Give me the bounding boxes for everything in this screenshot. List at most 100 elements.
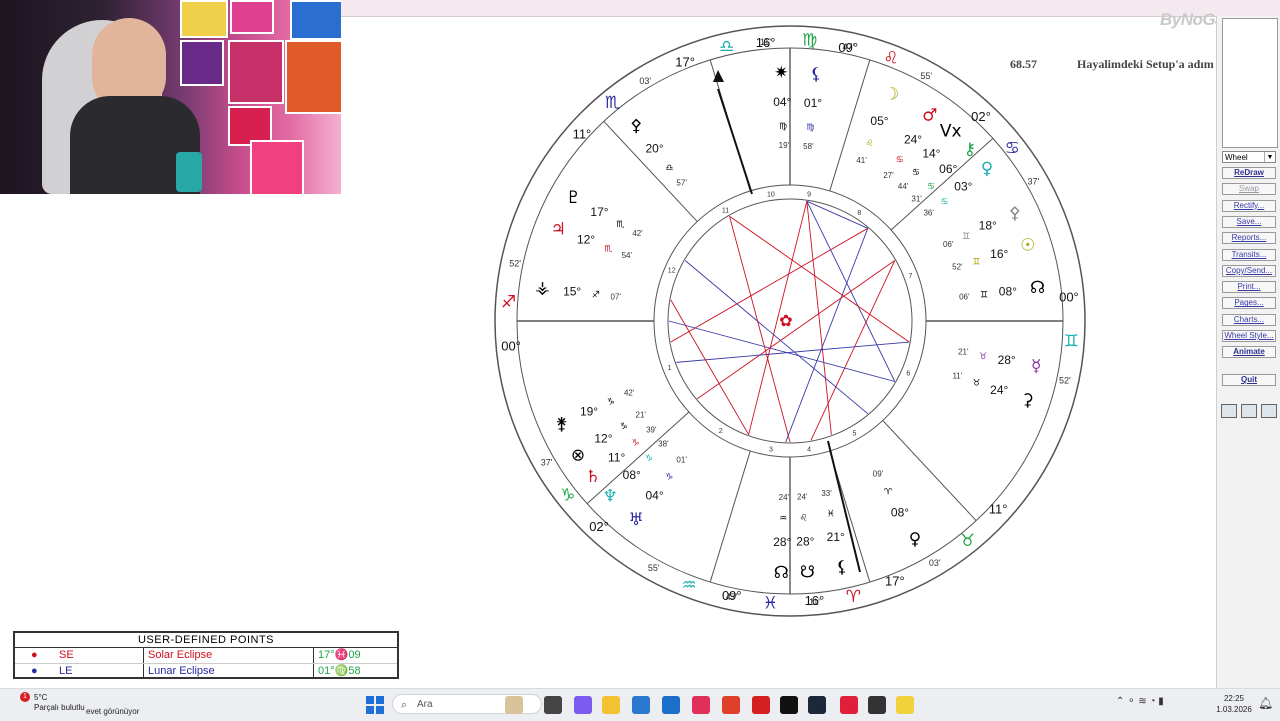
planet-minute: 06' (943, 240, 954, 249)
printer-icon[interactable] (1241, 404, 1257, 418)
planet-minute: 21' (636, 410, 647, 419)
planet-sign: ♉ (972, 379, 980, 389)
side-button-transits[interactable]: Transits... (1222, 248, 1276, 261)
tiktok2-icon[interactable] (780, 696, 798, 714)
folder-icon[interactable] (602, 696, 620, 714)
house-cusp-line (829, 59, 871, 192)
tray-icons[interactable]: ⌃ ⚬ ≋ ◔ ▮ (1116, 696, 1164, 707)
side-button-copy-send[interactable]: Copy/Send... (1222, 264, 1276, 277)
house-number: 4 (807, 447, 811, 454)
file-explorer-task-icon[interactable] (544, 696, 562, 714)
windows-start-icon[interactable] (366, 696, 384, 714)
planet-minute: 09' (873, 469, 884, 478)
aspect-line (785, 228, 869, 443)
chart-type-select[interactable]: Wheel ▼ (1222, 151, 1276, 163)
side-button-wheel-style[interactable]: Wheel Style... (1222, 330, 1276, 342)
planet-degree: 20° (645, 142, 663, 156)
sign-glyph: ♎ (719, 37, 734, 57)
planet-glyph: ⚴ (1008, 203, 1020, 223)
weather-widget[interactable]: 5°C Parçalı bulutlu (34, 693, 85, 713)
taskbar-clock[interactable]: 22:25 1.03.2026 (1214, 693, 1254, 715)
planet-glyph: ♆ (603, 487, 618, 507)
side-button-charts[interactable]: Charts... (1222, 313, 1276, 326)
planet-minute: 54' (622, 251, 633, 260)
house-number: 1 (668, 365, 672, 372)
clock-date: 1.03.2026 (1216, 705, 1252, 714)
planet-minute: 58' (803, 142, 814, 151)
udp-row: ● LE Lunar Eclipse 01°♍58 (15, 664, 397, 679)
opera-icon[interactable] (840, 696, 858, 714)
side-button-animate[interactable]: Animate (1222, 346, 1276, 359)
side-button-redraw[interactable]: ReDraw (1222, 167, 1276, 179)
search-placeholder: Ara (417, 699, 433, 710)
chevron-down-icon: ▼ (1264, 152, 1275, 162)
side-button-reports[interactable]: Reports... (1222, 232, 1276, 245)
planet-minute: 44' (898, 182, 909, 191)
planet-glyph: ☋ (800, 562, 815, 582)
side-button-swap[interactable]: Swap (1222, 183, 1276, 196)
udp-row: ● SE Solar Eclipse 17°♓09 (15, 648, 397, 664)
house-number: 2 (719, 428, 723, 435)
planet-degree: 16° (990, 247, 1008, 261)
planet-glyph: ♃ (551, 219, 566, 239)
copilot-icon[interactable] (574, 696, 592, 714)
planet-sign: ♌ (866, 139, 874, 149)
planet-degree: 08° (999, 284, 1017, 298)
search-icon: ⌕ (401, 699, 408, 711)
planet-minute: 19' (779, 141, 790, 150)
planet-sign: ♒ (779, 514, 787, 524)
planet-sign: ♏ (604, 245, 612, 255)
planet-degree: 01° (804, 96, 822, 110)
planet-degree: 17° (590, 205, 608, 219)
planet-sign: ♋ (927, 182, 935, 192)
planet-sign: ♑ (665, 472, 673, 482)
planet-degree: 11° (608, 450, 625, 464)
app-l-icon[interactable] (752, 696, 770, 714)
chrome-icon[interactable] (722, 696, 740, 714)
sign-glyph: ♊ (1064, 332, 1079, 352)
planet-minute: 27' (883, 171, 894, 180)
planet-sign: ♐ (592, 291, 600, 301)
planet-sign: ♏ (616, 220, 624, 230)
globe-icon[interactable] (1261, 404, 1277, 418)
sign-glyph: ♍ (802, 31, 817, 51)
sign-minute: 37' (541, 458, 553, 468)
store-icon[interactable] (632, 696, 650, 714)
planet-minute: 06' (959, 293, 970, 302)
planet-sign: ♑ (632, 439, 640, 449)
steam-icon[interactable] (808, 696, 826, 714)
planet-sign: ♋ (896, 156, 904, 166)
planet-minute: 33' (821, 489, 832, 498)
planet-glyph: ♄ (585, 467, 600, 487)
planet-degree: 12° (577, 233, 595, 247)
tiktok-icon[interactable] (692, 696, 710, 714)
planet-degree: 24° (990, 383, 1008, 397)
planet-sign: ♈ (884, 488, 893, 498)
quit-button[interactable]: Quit (1222, 374, 1276, 386)
aspect-line (670, 227, 869, 343)
planet-glyph: ☉ (1020, 236, 1035, 256)
planet-degree: 03° (954, 180, 972, 194)
sign-degree: 02° (589, 519, 609, 534)
planet-sign: ♋ (912, 168, 920, 178)
house-number: 7 (908, 273, 912, 280)
side-button-rectify[interactable]: Rectify... (1222, 199, 1276, 212)
spongebob-icon[interactable] (896, 696, 914, 714)
house-number: 12 (668, 268, 676, 275)
sign-minute: 52' (509, 259, 521, 269)
outlook-icon[interactable] (662, 696, 680, 714)
side-button-save[interactable]: Save... (1222, 215, 1276, 228)
photos-icon[interactable] (505, 696, 523, 714)
planet-glyph: ♀ (981, 159, 993, 179)
planet-sign: ♉ (979, 352, 987, 362)
side-button-pages[interactable]: Pages... (1222, 297, 1276, 310)
planet-glyph: ♂ (922, 106, 937, 126)
side-button-print[interactable]: Print... (1222, 281, 1276, 294)
house-number: 10 (767, 191, 775, 198)
app-red-icon[interactable] (868, 696, 886, 714)
user-defined-points-table: USER-DEFINED POINTS ● SE Solar Eclipse 17°♓… (13, 631, 399, 679)
planet-minute: 42' (624, 389, 635, 398)
planet-sign: ♑ (620, 422, 628, 432)
notifications-bell-icon[interactable]: 🔔︎ (1258, 696, 1273, 710)
monitor-icon[interactable] (1221, 404, 1237, 418)
